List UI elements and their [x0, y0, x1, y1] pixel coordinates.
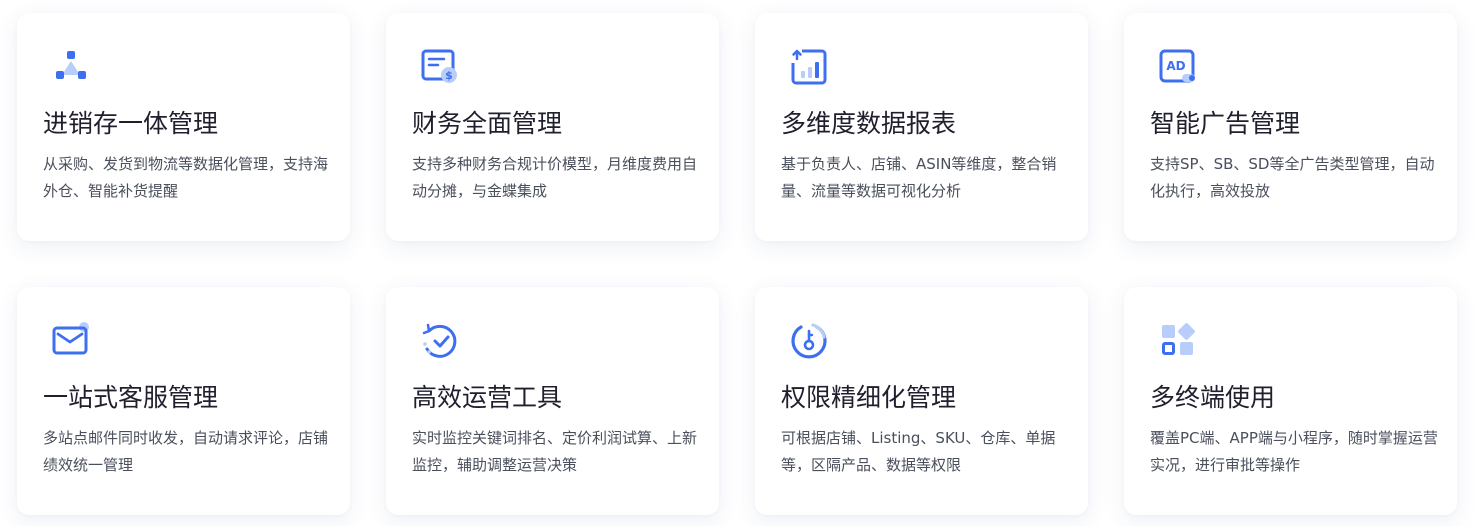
svg-text:$: $ — [445, 69, 453, 82]
feature-description: 实时监控关键词排名、定价利润试算、上新监控，辅助调整运营决策 — [412, 429, 698, 474]
feature-card-finance[interactable]: $ 财务全面管理 支持多种财务合规计价模型，月维度费用自动分摊，与金蝶集成 — [386, 13, 719, 241]
feature-grid: 进销存一体管理 从采购、发货到物流等数据化管理，支持海外仓、智能补货提醒 $ 财… — [0, 0, 1477, 526]
feature-description: 支持多种财务合规计价模型，月维度费用自动分摊，与金蝶集成 — [412, 155, 698, 200]
feature-card-customer-service[interactable]: 一站式客服管理 多站点邮件同时收发，自动请求评论，店铺绩效统一管理 — [17, 287, 350, 515]
feature-description: 覆盖PC端、APP端与小程序，随时掌握运营实况，进行审批等操作 — [1150, 429, 1438, 474]
feature-title: 权限精细化管理 — [781, 383, 957, 412]
bar-chart-report-icon — [789, 47, 829, 87]
feature-card-permissions[interactable]: 权限精细化管理 可根据店铺、Listing、SKU、仓库、单据等，区隔产品、数据… — [755, 287, 1088, 515]
feature-description: 可根据店铺、Listing、SKU、仓库、单据等，区隔产品、数据等权限 — [781, 429, 1056, 474]
feature-title: 多终端使用 — [1150, 383, 1276, 412]
multi-terminal-icon — [1158, 321, 1198, 361]
feature-description: 支持SP、SB、SD等全广告类型管理，自动化执行，高效投放 — [1150, 155, 1435, 200]
key-permission-icon — [789, 321, 829, 361]
feature-title: 智能广告管理 — [1150, 109, 1301, 138]
feature-description: 多站点邮件同时收发，自动请求评论，店铺绩效统一管理 — [43, 429, 329, 474]
feature-title: 进销存一体管理 — [43, 109, 219, 138]
feature-card-multi-terminal[interactable]: 多终端使用 覆盖PC端、APP端与小程序，随时掌握运营实况，进行审批等操作 — [1124, 287, 1457, 515]
mail-icon — [51, 321, 91, 361]
feature-title: 财务全面管理 — [412, 109, 563, 138]
feature-card-ads[interactable]: AD 智能广告管理 支持SP、SB、SD等全广告类型管理，自动化执行，高效投放 — [1124, 13, 1457, 241]
feature-card-ops-tools[interactable]: 高效运营工具 实时监控关键词排名、定价利润试算、上新监控，辅助调整运营决策 — [386, 287, 719, 515]
feature-description: 从采购、发货到物流等数据化管理，支持海外仓、智能补货提醒 — [43, 155, 329, 200]
invoice-dollar-icon: $ — [420, 47, 460, 87]
feature-title: 高效运营工具 — [412, 383, 563, 412]
feature-title: 一站式客服管理 — [43, 383, 219, 412]
feature-card-reports[interactable]: 多维度数据报表 基于负责人、店铺、ASIN等维度，整合销量、流量等数据可视化分析 — [755, 13, 1088, 241]
feature-card-inventory[interactable]: 进销存一体管理 从采购、发货到物流等数据化管理，支持海外仓、智能补货提醒 — [17, 13, 350, 241]
feature-description: 基于负责人、店铺、ASIN等维度，整合销量、流量等数据可视化分析 — [781, 155, 1057, 200]
network-nodes-icon — [51, 47, 91, 87]
svg-text:AD: AD — [1166, 59, 1185, 73]
ad-icon: AD — [1158, 47, 1198, 87]
refresh-check-icon — [420, 321, 460, 361]
feature-title: 多维度数据报表 — [781, 109, 957, 138]
